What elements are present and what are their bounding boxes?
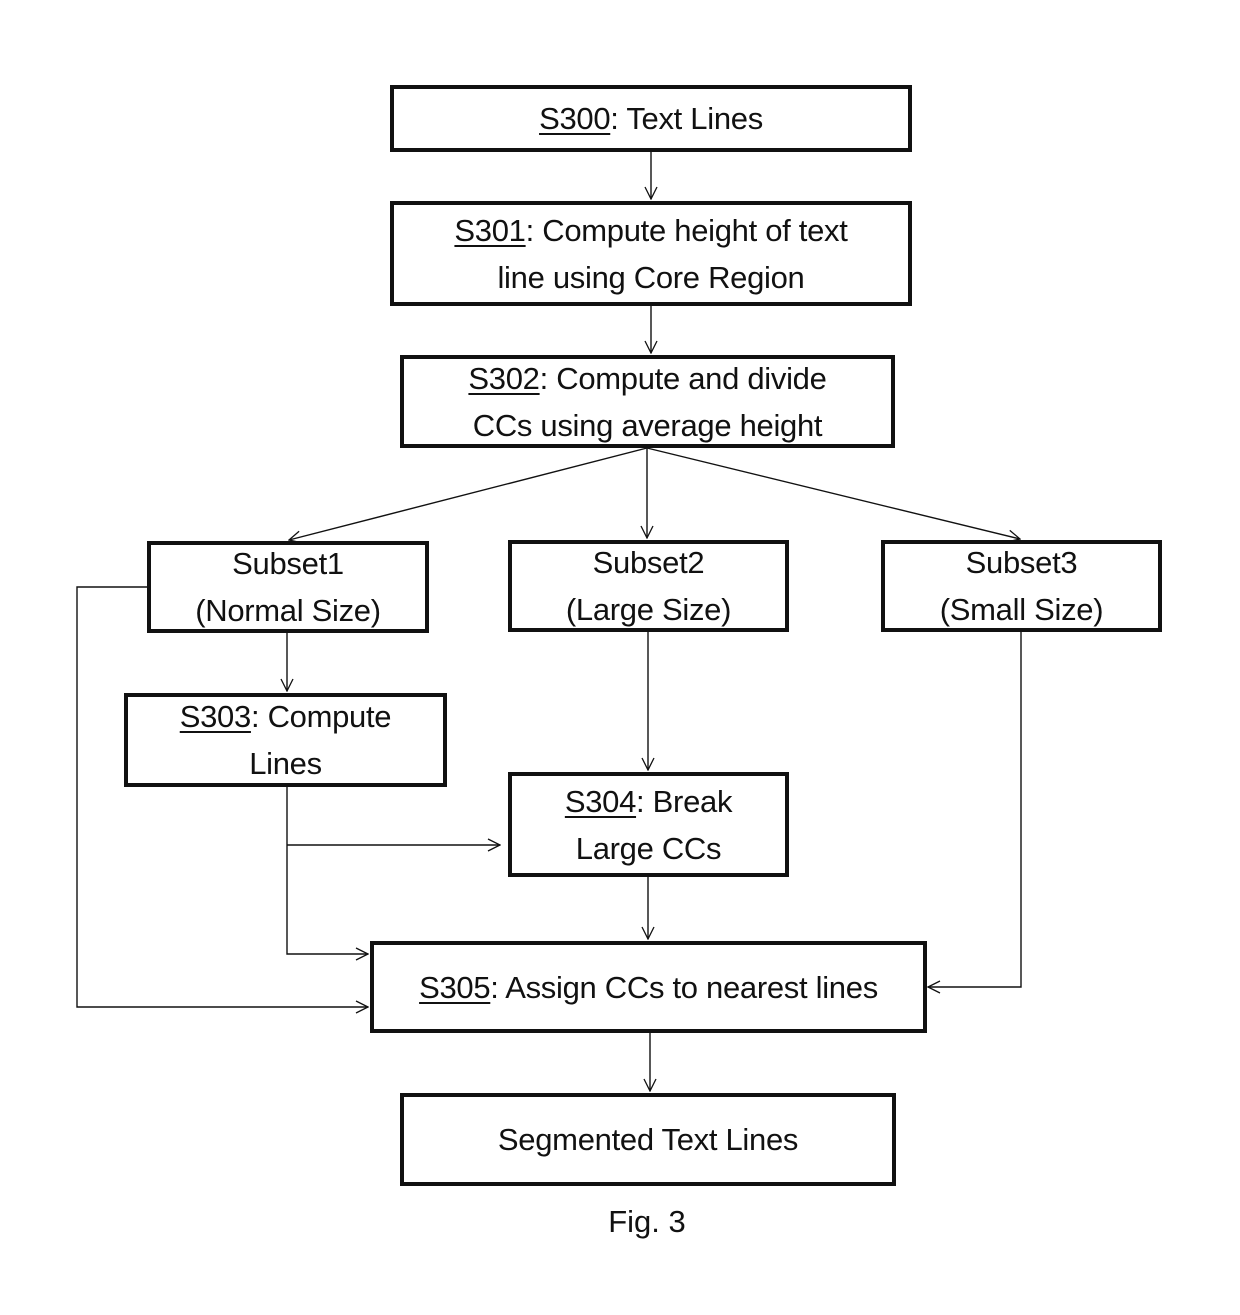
node-label-line2: CCs using average height xyxy=(472,407,823,443)
node-subset2-large: Subset2 (Large Size) xyxy=(508,540,789,632)
node-s302-divide-ccs: S302: Compute and divide CCs using avera… xyxy=(400,355,895,448)
node-subset1-normal: Subset1 (Normal Size) xyxy=(147,541,429,633)
arrow-subset1-to-s305 xyxy=(76,586,368,1007)
node-subset3-small: Subset3 (Small Size) xyxy=(881,540,1162,632)
node-label: Segmented Text Lines xyxy=(497,1122,799,1157)
arrow-s302-to-subset3 xyxy=(646,447,1020,539)
node-label: : Text Lines xyxy=(610,101,763,136)
node-label: : Assign CCs to nearest lines xyxy=(490,969,878,1005)
node-label: : Compute xyxy=(250,699,392,734)
node-label-line2: (Normal Size) xyxy=(195,593,381,628)
arrow-subset3-to-s305 xyxy=(928,632,1022,987)
node-label: : Compute and divide xyxy=(539,360,827,396)
step-number: S302 xyxy=(468,360,540,396)
node-label: Subset1 xyxy=(232,546,344,581)
node-s301-compute-height: S301: Compute height of text line using … xyxy=(390,201,912,306)
step-number: S305 xyxy=(419,969,491,1005)
step-number: S300 xyxy=(539,101,611,136)
arrow-s303-to-s305 xyxy=(286,787,368,954)
arrow-s302-to-subset1 xyxy=(289,447,648,540)
step-number: S304 xyxy=(564,783,637,819)
node-label: Subset3 xyxy=(965,545,1078,580)
node-label: : Break xyxy=(636,783,733,819)
node-label-line2: (Large Size) xyxy=(565,592,732,627)
node-label-line2: Lines xyxy=(249,746,322,781)
node-label: : Compute height of text xyxy=(525,212,848,248)
step-number: S303 xyxy=(179,699,252,734)
node-label-line2: line using Core Region xyxy=(497,259,805,295)
node-label-line2: (Small Size) xyxy=(939,592,1104,627)
node-s304-break-large-ccs: S304: Break Large CCs xyxy=(508,772,789,877)
node-s305-assign-ccs: S305: Assign CCs to nearest lines xyxy=(370,941,927,1033)
node-segmented-text-lines: Segmented Text Lines xyxy=(400,1093,896,1186)
node-s303-compute-lines: S303: Compute Lines xyxy=(124,693,447,787)
node-s300-text-lines: S300: Text Lines xyxy=(390,85,912,152)
figure-caption: Fig. 3 xyxy=(608,1204,686,1239)
node-label: Subset2 xyxy=(592,545,705,580)
node-label-line2: Large CCs xyxy=(575,830,722,866)
step-number: S301 xyxy=(454,212,526,248)
